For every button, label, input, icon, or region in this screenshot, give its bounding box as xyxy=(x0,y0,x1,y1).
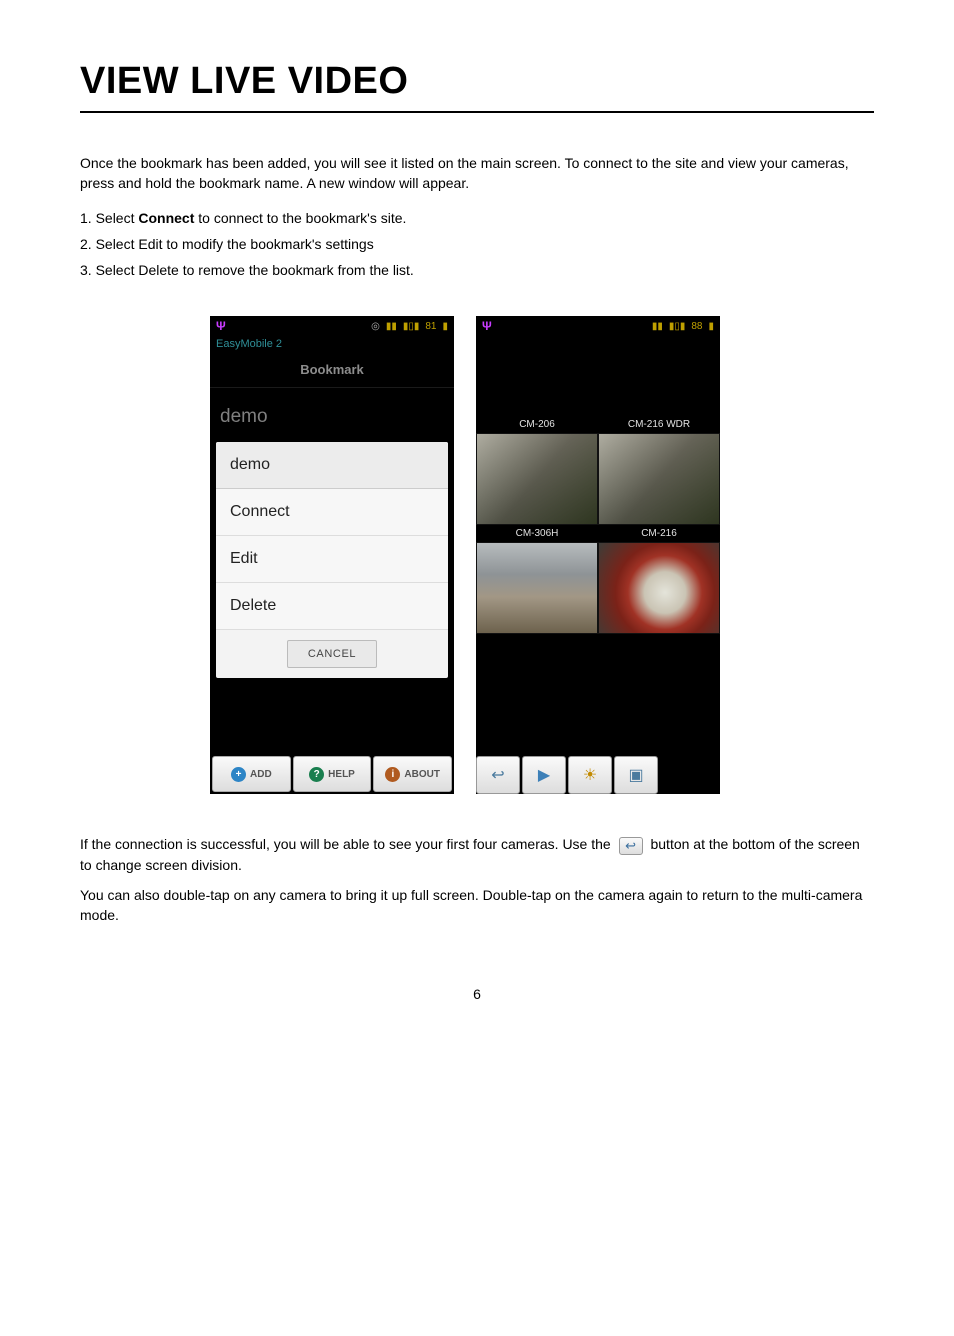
cam-label-1: CM-206 xyxy=(476,416,598,433)
video-toolbar: ↩ ▶ ☀ ▣ xyxy=(476,756,720,794)
network-icon: ▮▮ xyxy=(652,321,663,332)
grid-icon: ▣ xyxy=(628,765,643,785)
bottom-toolbar: + ADD ? HELP i ABOUT xyxy=(210,754,454,794)
question-icon: ? xyxy=(309,767,324,782)
prev-button[interactable]: ↩ xyxy=(476,756,520,794)
battery-label: 81 xyxy=(425,321,436,332)
phone-bookmark-menu: Ψ ◎ ▮▮ ▮▯▮ 81 ▮ EasyMobile 2 Bookmark de… xyxy=(210,316,454,794)
camera-grid: CM-206 CM-216 WDR CM-306H CM-216 xyxy=(476,416,720,634)
para2-prefix: If the connection is successful, you wil… xyxy=(80,836,615,852)
add-label: ADD xyxy=(250,769,272,780)
division-paragraph: If the connection is successful, you wil… xyxy=(80,834,874,875)
menu-connect[interactable]: Connect xyxy=(216,489,448,536)
play-button[interactable]: ▶ xyxy=(522,756,566,794)
help-label: HELP xyxy=(328,769,355,780)
battery-icon: ▮ xyxy=(708,321,714,332)
signal-icon: ▮▯▮ xyxy=(403,321,420,332)
cam-feed-4[interactable] xyxy=(598,542,720,634)
app-title: EasyMobile 2 xyxy=(210,336,454,352)
cancel-button[interactable]: CANCEL xyxy=(287,640,377,668)
step-delete: 3. Select Delete to remove the bookmark … xyxy=(80,260,874,280)
usb-icon: Ψ xyxy=(482,319,492,333)
about-button[interactable]: i ABOUT xyxy=(373,756,452,792)
signal-icon: ▮▯▮ xyxy=(669,321,686,332)
info-icon: i xyxy=(385,767,400,782)
page-title: VIEW LIVE VIDEO xyxy=(80,60,874,113)
step-1-keyword: Connect xyxy=(138,210,194,226)
section-header: Bookmark xyxy=(210,352,454,388)
phone-camera-grid: Ψ ▮▮ ▮▯▮ 88 ▮ CM-206 CM-216 WDR CM-306H … xyxy=(476,316,720,794)
cam-label-2: CM-216 WDR xyxy=(598,416,720,433)
usb-icon: Ψ xyxy=(216,319,226,333)
cam-label-3: CM-306H xyxy=(476,525,598,542)
screenshot-row: Ψ ◎ ▮▮ ▮▯▮ 81 ▮ EasyMobile 2 Bookmark de… xyxy=(210,316,874,794)
arrow-left-icon: ↩ xyxy=(491,765,504,785)
layout-button[interactable]: ▣ xyxy=(614,756,658,794)
plus-icon: + xyxy=(231,767,246,782)
step-1-suffix: to connect to the bookmark's site. xyxy=(194,210,406,226)
cam-feed-1[interactable] xyxy=(476,433,598,525)
help-button[interactable]: ? HELP xyxy=(293,756,372,792)
snapshot-button[interactable]: ☀ xyxy=(568,756,612,794)
step-edit: 2. Select Edit to modify the bookmark's … xyxy=(80,234,874,254)
cam-feed-2[interactable] xyxy=(598,433,720,525)
battery-icon: ▮ xyxy=(442,321,448,332)
add-button[interactable]: + ADD xyxy=(212,756,291,792)
sync-icon: ◎ xyxy=(371,321,380,332)
context-menu: demo Connect Edit Delete CANCEL xyxy=(216,442,448,678)
step-connect: 1. Select Connect to connect to the book… xyxy=(80,208,874,228)
network-icon: ▮▮ xyxy=(386,321,397,332)
status-bar: Ψ ◎ ▮▮ ▮▯▮ 81 ▮ xyxy=(210,316,454,336)
status-bar: Ψ ▮▮ ▮▯▮ 88 ▮ xyxy=(476,316,720,336)
bookmark-name-dim: demo xyxy=(210,388,454,438)
play-icon: ▶ xyxy=(538,765,550,785)
menu-title: demo xyxy=(216,442,448,489)
battery-label: 88 xyxy=(691,321,702,332)
camera-icon: ☀ xyxy=(583,765,597,785)
doubletap-paragraph: You can also double-tap on any camera to… xyxy=(80,885,874,926)
menu-delete[interactable]: Delete xyxy=(216,583,448,630)
menu-edit[interactable]: Edit xyxy=(216,536,448,583)
about-label: ABOUT xyxy=(404,769,440,780)
cam-feed-3[interactable] xyxy=(476,542,598,634)
step-1-prefix: 1. Select xyxy=(80,210,138,226)
page-number: 6 xyxy=(80,986,874,1002)
inline-prev-icon: ↩ xyxy=(619,837,643,855)
intro-paragraph: Once the bookmark has been added, you wi… xyxy=(80,153,874,194)
cam-label-4: CM-216 xyxy=(598,525,720,542)
